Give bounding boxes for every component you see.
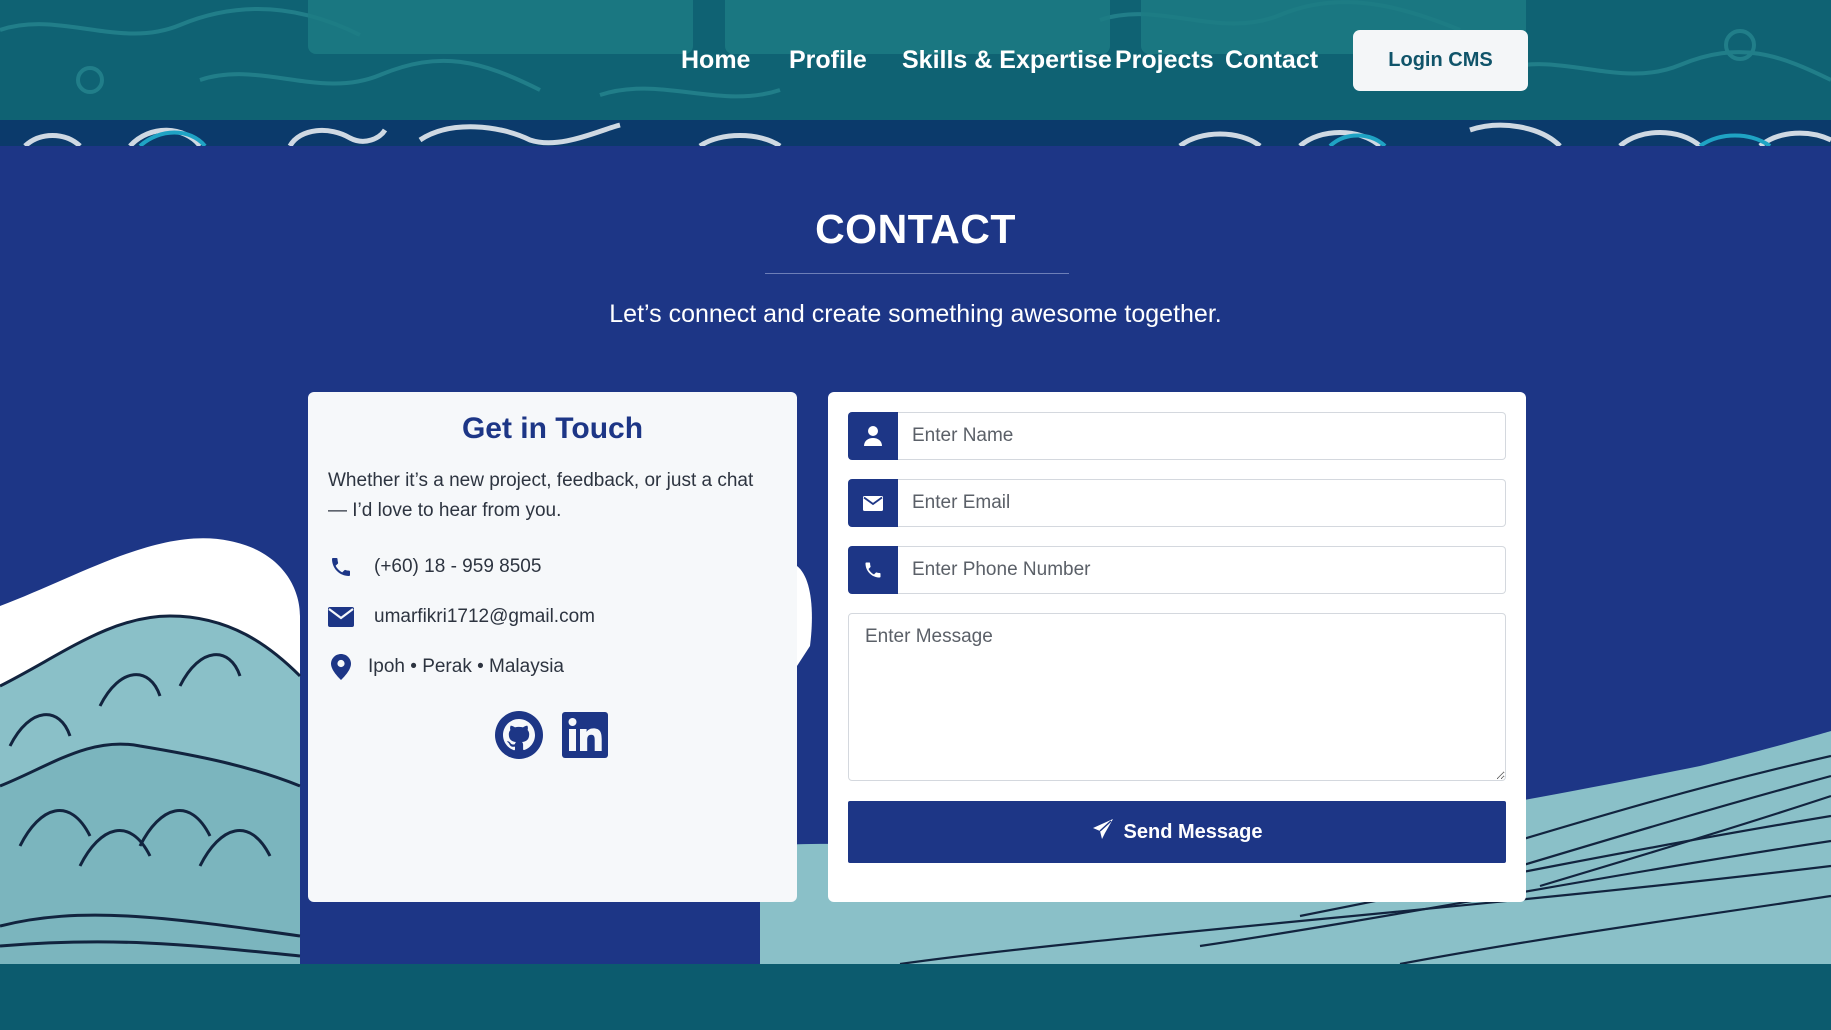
nav-home[interactable]: Home: [681, 46, 750, 75]
envelope-icon: [328, 604, 354, 630]
linkedin-icon[interactable]: [561, 710, 612, 760]
github-icon[interactable]: [494, 710, 544, 760]
social-links: [328, 710, 777, 760]
nav-skills-expertise[interactable]: Skills & Expertise: [902, 46, 1112, 75]
message-textarea[interactable]: [848, 613, 1506, 781]
email-row: umarfikri1712@gmail.com: [328, 592, 777, 642]
send-message-button[interactable]: Send Message: [848, 801, 1506, 863]
map-pin-icon: [328, 654, 354, 680]
get-in-touch-text: Whether it’s a new project, feedback, or…: [328, 470, 754, 521]
nav-profile[interactable]: Profile: [789, 46, 867, 75]
contact-title: CONTACT: [815, 206, 1016, 252]
name-input[interactable]: [898, 412, 1506, 460]
get-in-touch-title: Get in Touch: [461, 412, 644, 445]
login-cms-button[interactable]: Login CMS: [1353, 30, 1528, 91]
get-in-touch-card: Get in Touch Whether it’s a new project,…: [308, 392, 797, 902]
footer-strip: [0, 964, 1831, 1030]
paper-plane-icon: [1092, 818, 1114, 846]
envelope-icon: [848, 479, 898, 527]
location-text: Ipoh • Perak • Malaysia: [368, 656, 565, 677]
email-input[interactable]: [898, 479, 1506, 527]
phone-input[interactable]: [898, 546, 1506, 594]
phone-row: (+60) 18 - 959 8505: [328, 542, 777, 592]
user-icon: [848, 412, 898, 460]
header-panel: [308, 0, 693, 54]
contact-subtitle: Let’s connect and create something aweso…: [609, 300, 1222, 328]
email-input-group: [848, 479, 1506, 527]
phone-number: (+60) 18 - 959 8505: [374, 556, 542, 577]
site-header: Home Profile Skills & Expertise Projects…: [0, 0, 1831, 146]
nav-projects[interactable]: Projects: [1115, 46, 1214, 75]
email-address: umarfikri1712@gmail.com: [374, 606, 595, 627]
location-row: Ipoh • Perak • Malaysia: [328, 642, 777, 692]
send-message-label: Send Message: [1123, 820, 1263, 843]
phone-icon: [848, 546, 898, 594]
phone-input-group: [848, 546, 1506, 594]
title-divider: [765, 273, 1069, 274]
name-input-group: [848, 412, 1506, 460]
phone-icon: [328, 554, 354, 580]
nav-contact[interactable]: Contact: [1225, 46, 1318, 75]
contact-section: CONTACT Let’s connect and create somethi…: [0, 146, 1831, 964]
contact-form: Send Message: [828, 392, 1526, 902]
